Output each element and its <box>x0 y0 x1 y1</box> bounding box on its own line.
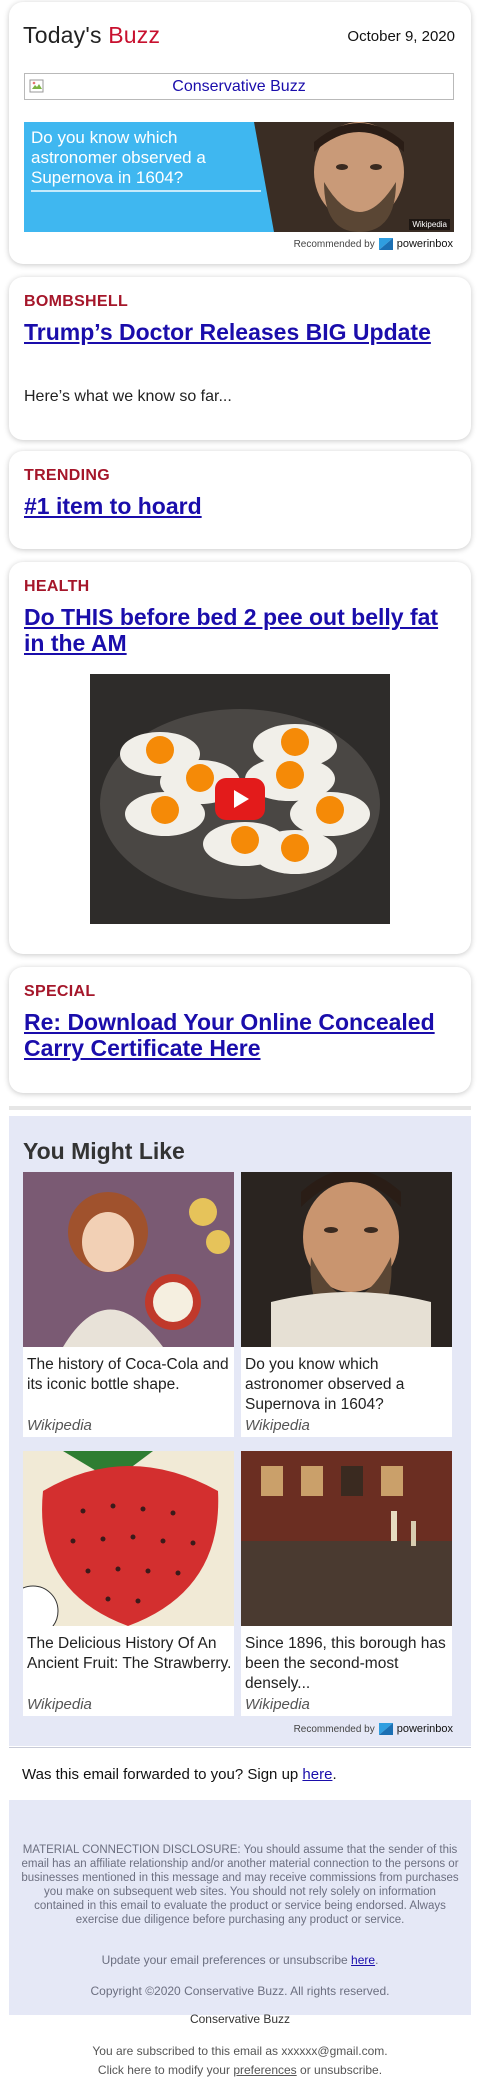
ad-underline <box>31 190 261 192</box>
recommendation-tile[interactable]: Since 1896, this borough has been the se… <box>241 1451 452 1716</box>
story-headline-link[interactable]: Re: Download Your Online Concealed Carry… <box>24 1009 454 1061</box>
story-card-special: SPECIAL Re: Download Your Online Conceal… <box>9 967 471 1093</box>
brand-prefix: Today's <box>23 22 109 48</box>
subscription-notice: You are subscribed to this email as xxxx… <box>92 2044 388 2058</box>
story-dek: Here’s what we know so far... <box>24 388 232 405</box>
you-might-like-panel: You Might Like The history of Coca-Cola … <box>9 1116 471 1746</box>
astronomer-portrait-image <box>241 1172 452 1347</box>
powerinbox-label: powerinbox <box>396 1723 453 1735</box>
signup-link[interactable]: here <box>302 1766 332 1783</box>
unsubscribe-link[interactable]: here <box>351 1953 375 1967</box>
forwarded-notice: Was this email forwarded to you? Sign up… <box>22 1766 337 1783</box>
material-connection-disclosure: MATERIAL CONNECTION DISCLOSURE: You shou… <box>21 1844 459 1926</box>
recommendation-tile[interactable]: Do you know which astronomer observed a … <box>241 1172 452 1437</box>
modify-suffix: or unsubscribe. <box>296 2063 383 2077</box>
story-card-trending: TRENDING #1 item to hoard <box>9 451 471 549</box>
recommendation-source: Wikipedia <box>27 1696 92 1713</box>
section-divider <box>9 1106 471 1110</box>
brand-title: Today's Buzz <box>23 22 160 49</box>
recommended-by-powerinbox[interactable]: Recommended by powerinbox <box>294 1723 453 1735</box>
story-headline-link[interactable]: #1 item to hoard <box>24 493 454 519</box>
recommendation-source: Wikipedia <box>245 1696 310 1713</box>
story-headline-link[interactable]: Trump’s Doctor Releases BIG Update <box>24 319 454 345</box>
modify-preferences-notice: Click here to modify your preferences or… <box>9 2063 471 2077</box>
story-headline-link[interactable]: Do THIS before bed 2 pee out belly fat i… <box>24 604 454 656</box>
ad-image-source: Wikipedia <box>409 219 450 230</box>
powerinbox-label: powerinbox <box>396 238 453 250</box>
story-kicker: TRENDING <box>24 467 110 484</box>
recommendation-title: Do you know which astronomer observed a … <box>245 1356 405 1413</box>
powerinbox-logo-icon <box>378 1723 393 1735</box>
strawberry-image <box>23 1451 234 1626</box>
recommendation-title: Since 1896, this borough has been the se… <box>245 1635 446 1692</box>
footer-divider <box>9 1747 471 1748</box>
prefs-text: Update your email preferences or unsubsc… <box>101 1953 352 1967</box>
preferences-link[interactable]: preferences <box>233 2063 296 2077</box>
story-kicker: HEALTH <box>24 578 90 595</box>
copyright: Copyright ©2020 Conservative Buzz. All r… <box>90 1984 390 1998</box>
company-name: Conservative Buzz <box>189 2012 291 2026</box>
forwarded-end: . <box>332 1766 337 1783</box>
prefs-end: . <box>375 1953 379 1967</box>
ad-headline: Do you know which astronomer observed a … <box>31 128 206 187</box>
recommended-by-label: Recommended by <box>293 1723 375 1735</box>
recommended-by-label: Recommended by <box>293 238 375 250</box>
recommendation-source: Wikipedia <box>245 1417 310 1434</box>
forwarded-text: Was this email forwarded to you? Sign up <box>22 1766 303 1783</box>
brand-accent: Buzz <box>108 22 161 48</box>
newsletter-logo-link[interactable]: Conservative Buzz <box>24 73 454 100</box>
sponsored-ad[interactable]: Do you know which astronomer observed a … <box>24 122 454 232</box>
coca-cola-image <box>23 1172 234 1347</box>
header-card: Today's Buzz October 9, 2020 Conservativ… <box>9 2 471 264</box>
recommendation-source: Wikipedia <box>27 1417 92 1434</box>
recommendation-tile[interactable]: The history of Coca-Cola and its iconic … <box>23 1172 234 1437</box>
story-card-health: HEALTH Do THIS before bed 2 pee out bell… <box>9 562 471 954</box>
video-thumbnail[interactable] <box>90 674 390 924</box>
recommendation-tile[interactable]: The Delicious History Of An Ancient Frui… <box>23 1451 234 1716</box>
story-kicker: SPECIAL <box>24 983 96 1000</box>
recommendation-title: The Delicious History Of An Ancient Frui… <box>27 1635 232 1672</box>
play-button-icon[interactable] <box>215 778 265 820</box>
powerinbox-logo-icon <box>378 238 393 250</box>
story-card-bombshell: BOMBSHELL Trump’s Doctor Releases BIG Up… <box>9 277 471 440</box>
broken-image-icon <box>29 79 44 93</box>
logo-alt-text: Conservative Buzz <box>172 78 306 95</box>
recommendation-title: The history of Coca-Cola and its iconic … <box>27 1356 229 1393</box>
issue-date: October 9, 2020 <box>347 28 455 45</box>
borough-street-image <box>241 1451 452 1626</box>
preferences-notice: Update your email preferences or unsubsc… <box>9 1953 471 1967</box>
you-might-like-title: You Might Like <box>23 1138 185 1164</box>
story-kicker: BOMBSHELL <box>24 293 129 310</box>
recommended-by-powerinbox[interactable]: Recommended by powerinbox <box>294 238 453 250</box>
modify-prefix: Click here to modify your <box>97 2063 234 2077</box>
